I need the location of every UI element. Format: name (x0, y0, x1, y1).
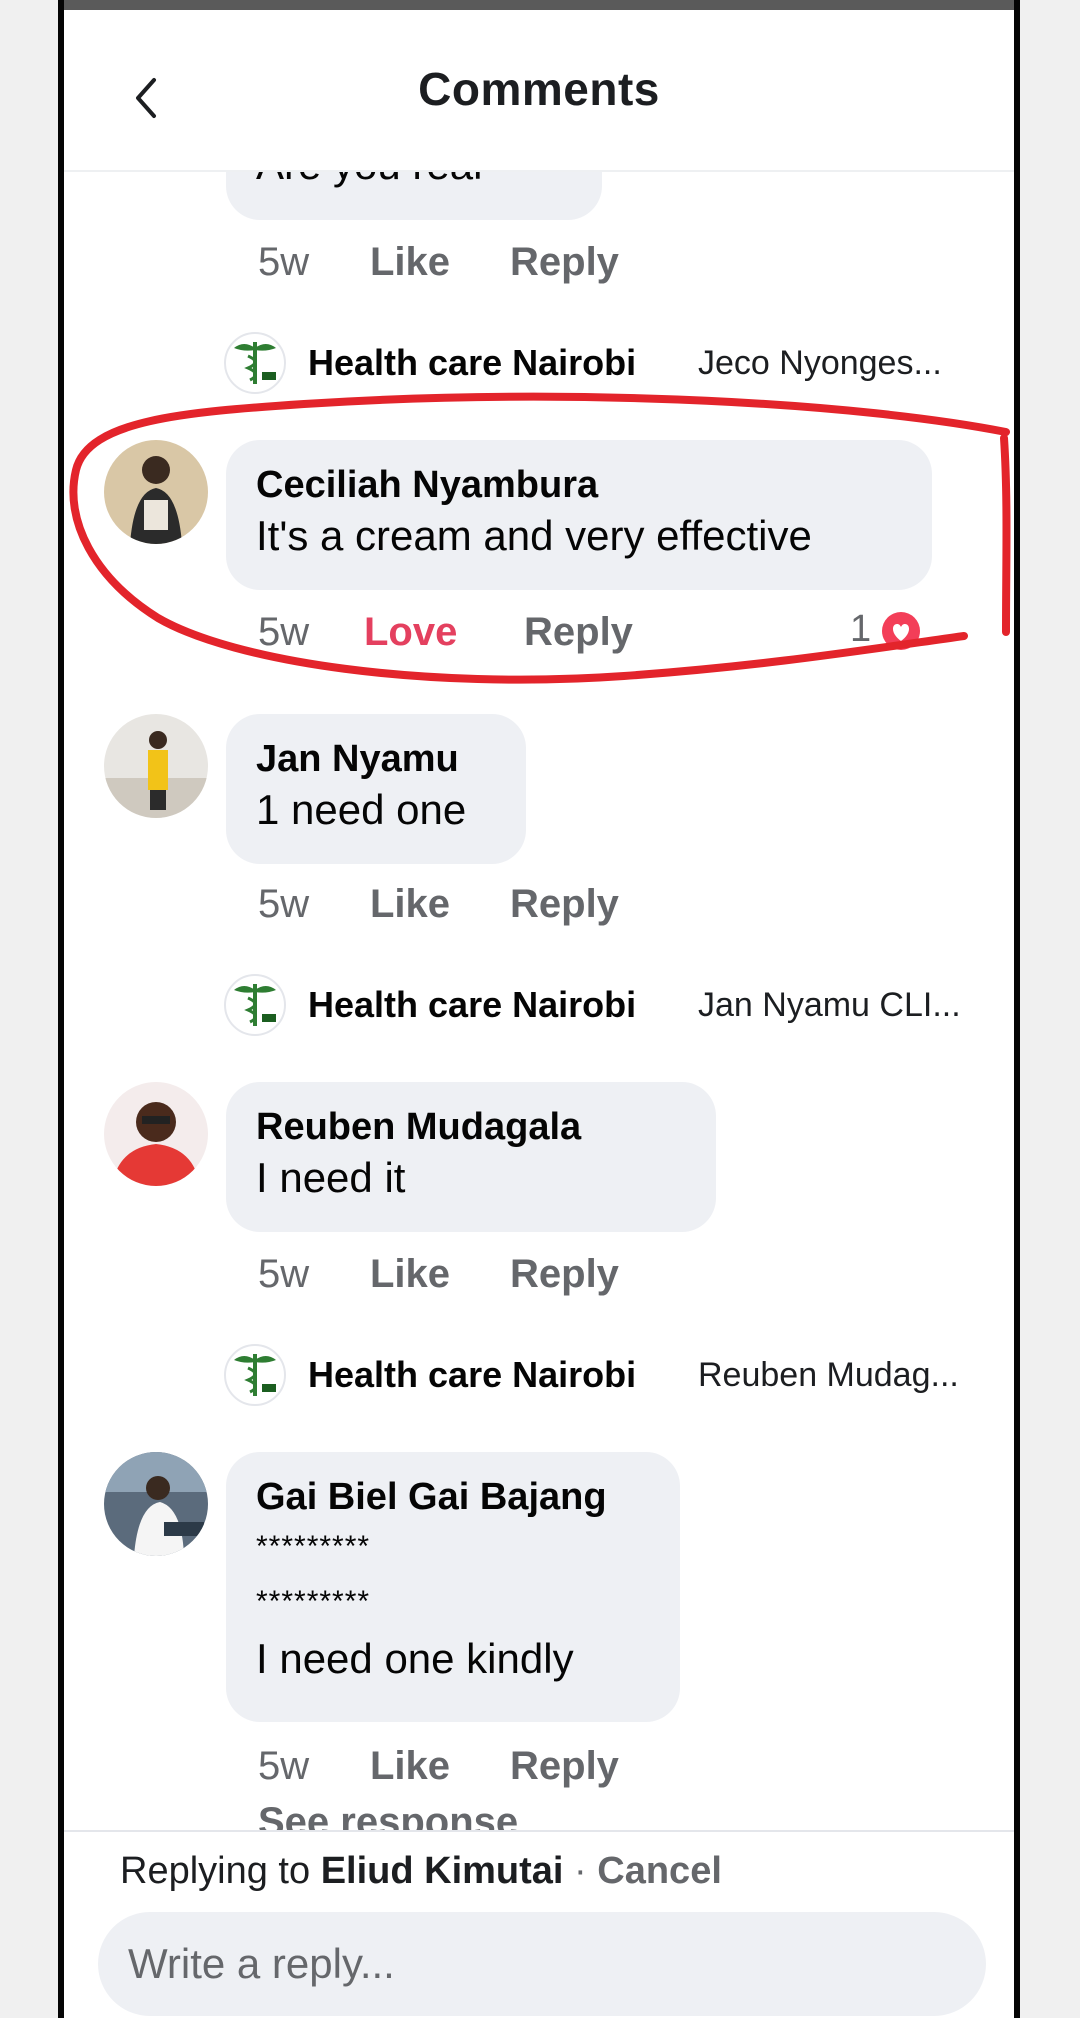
comment-text: 1 need one (256, 786, 467, 833)
health-care-logo-icon (224, 1344, 286, 1406)
comment-bubble: Ceciliah Nyambura It's a cream and very … (226, 440, 932, 590)
comment-author[interactable]: Gai Biel Gai Bajang (256, 1474, 650, 1520)
comment-time: 5w (258, 882, 310, 926)
page-reply-row[interactable]: Health care Nairobi Reuben Mudag... (224, 1344, 1004, 1406)
comment-author[interactable]: Reuben Mudagala (256, 1104, 686, 1150)
comment-text: I need it (256, 1154, 406, 1201)
love-reaction-icon (882, 612, 920, 650)
comment-author[interactable]: Jan Nyamu (256, 736, 496, 782)
reply-button[interactable]: Reply (524, 610, 633, 655)
reply-preview: Jeco Nyonges... (698, 344, 942, 382)
reaction-count[interactable]: 1 (850, 608, 871, 651)
comment-time: 5w (258, 240, 310, 284)
reply-button[interactable]: Reply (510, 882, 619, 927)
page-title: Comments (418, 63, 660, 115)
comment-bubble: Reuben Mudagala I need it (226, 1082, 716, 1232)
page-reply-row[interactable]: Health care Nairobi Jeco Nyonges... (224, 332, 1004, 394)
like-button[interactable]: Like (370, 1744, 450, 1789)
page-reply-row[interactable]: Health care Nairobi Jan Nyamu CLI... (224, 974, 1004, 1036)
replying-prefix: Replying to (120, 1850, 311, 1892)
comment-author[interactable]: Ceciliah Nyambura (256, 462, 902, 508)
comment-bubble: Jan Nyamu 1 need one (226, 714, 526, 864)
avatar[interactable] (104, 714, 208, 818)
avatar[interactable] (104, 1452, 208, 1556)
reply-input[interactable] (98, 1912, 986, 2016)
status-bar-edge (64, 0, 1014, 10)
like-button[interactable]: Like (370, 240, 450, 285)
reply-composer: Replying to Eliud Kimutai · Cancel (64, 1830, 1014, 2018)
page-name[interactable]: Health care Nairobi (308, 1354, 636, 1396)
like-button[interactable]: Like (370, 882, 450, 927)
comment-text: I need one kindly (256, 1635, 574, 1682)
reply-button[interactable]: Reply (510, 1252, 619, 1297)
like-button[interactable]: Like (370, 1252, 450, 1297)
love-button[interactable]: Love (364, 610, 457, 655)
page-name[interactable]: Health care Nairobi (308, 984, 636, 1026)
cancel-button[interactable]: Cancel (597, 1850, 722, 1892)
avatar[interactable] (104, 440, 208, 544)
comment-bubble: Gai Biel Gai Bajang ********* ********* … (226, 1452, 680, 1722)
reply-button[interactable]: Reply (510, 1744, 619, 1789)
reply-preview: Jan Nyamu CLI... (698, 986, 961, 1024)
comment-time: 5w (258, 1744, 310, 1788)
health-care-logo-icon (224, 974, 286, 1036)
comment-time: 5w (258, 1252, 310, 1296)
comment-text: It's a cream and very effective (256, 512, 812, 559)
separator-dot: · (574, 1850, 587, 1892)
comments-feed[interactable]: Are you real 5w Like Reply Health care N… (64, 0, 1014, 1844)
replying-to-name: Eliud Kimutai (320, 1850, 564, 1892)
comment-text: ********* (256, 1530, 371, 1563)
health-care-logo-icon (224, 332, 286, 394)
comment-time: 5w (258, 610, 310, 654)
comment-text: ********* (256, 1585, 371, 1618)
avatar[interactable] (104, 1082, 208, 1186)
replying-to-line: Replying to Eliud Kimutai · Cancel (120, 1850, 722, 1893)
page-name[interactable]: Health care Nairobi (308, 342, 636, 384)
reply-preview: Reuben Mudag... (698, 1356, 959, 1394)
comments-header: Comments (64, 10, 1014, 172)
reply-button[interactable]: Reply (510, 240, 619, 285)
phone-screen: Are you real 5w Like Reply Health care N… (58, 0, 1020, 2018)
